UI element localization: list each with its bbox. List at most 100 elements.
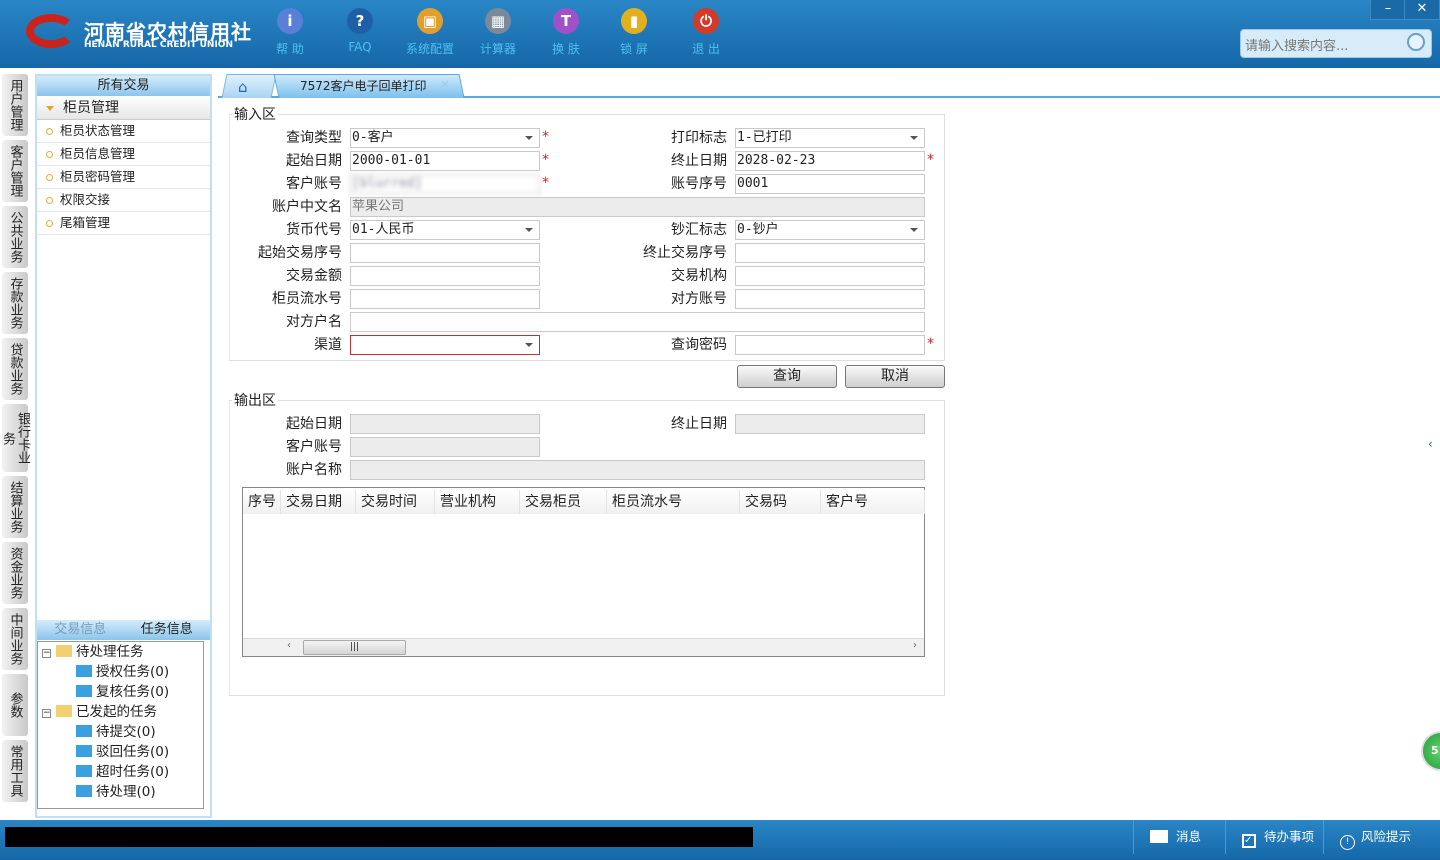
tab-bar: ⌂ 7572客户电子回单打印 × <box>218 72 1440 98</box>
tree-label: 待提交(0) <box>96 724 156 740</box>
module-tab-4[interactable]: 贷款业务 <box>2 338 28 400</box>
out-start-date-field <box>350 414 540 434</box>
query-button[interactable]: 查询 <box>737 365 837 388</box>
password-field[interactable] <box>735 335 925 355</box>
module-tab-7[interactable]: 资金业务 <box>2 542 28 604</box>
expand-toggle-icon[interactable]: − <box>42 649 51 658</box>
toolbar-button-4[interactable]: T 换 肤 <box>536 8 596 57</box>
tab-home[interactable] <box>221 74 277 98</box>
column-header[interactable]: 营业机构 <box>435 490 520 514</box>
currency-field[interactable]: 01-人民币 <box>350 220 540 240</box>
folder-icon <box>76 785 92 797</box>
module-tab-10[interactable]: 常用工具 <box>2 740 28 802</box>
out-account-field <box>350 437 540 457</box>
column-header[interactable]: 交易时间 <box>356 490 435 514</box>
module-tab-0[interactable]: 用户管理 <box>2 74 28 136</box>
peer_account-label: 对方账号 <box>671 291 727 307</box>
sidebar-group-teller[interactable]: 柜员管理 <box>37 96 210 120</box>
tree-node[interactable]: 超时任务(0) <box>76 762 169 782</box>
question-icon: ? <box>347 8 373 34</box>
module-tab-2[interactable]: 公共业务 <box>2 206 28 268</box>
tab-close-icon[interactable]: × <box>440 77 450 91</box>
result-table[interactable]: 序号 交易日期 交易时间 营业机构 交易柜员 柜员流水号 交易码 客户号 ‹ ||| › <box>242 487 925 657</box>
task-tree: − 待处理任务授权任务(0) 复核任务(0) − 已发起的任务待提交(0) 驳回任务(0)… <box>37 641 204 809</box>
account_seq-field[interactable]: 0001 <box>735 174 925 194</box>
scroll-thumb[interactable]: ||| <box>303 640 406 655</box>
column-header[interactable]: 交易柜员 <box>520 490 607 514</box>
column-header[interactable]: 序号 <box>243 490 281 514</box>
float-badge[interactable]: 51 <box>1421 731 1440 771</box>
toolbar-button-1[interactable]: ? FAQ <box>330 8 390 54</box>
search-icon[interactable] <box>1407 33 1425 51</box>
toolbar-button-2[interactable]: ▣ 系统配置 <box>400 8 460 57</box>
expand-toggle-icon[interactable]: − <box>42 709 51 718</box>
sidebar-item[interactable]: 尾箱管理 <box>37 212 210 235</box>
cancel-button[interactable]: 取消 <box>845 365 945 388</box>
end_date-field[interactable]: 2028-02-23 <box>735 151 925 171</box>
account_name_cn-field[interactable]: 苹果公司 <box>350 197 925 217</box>
toolbar-button-3[interactable]: ▦ 计算器 <box>468 8 528 57</box>
module-tab-3[interactable]: 存款业务 <box>2 272 28 334</box>
out-end-date-field <box>735 414 925 434</box>
tab-transaction-info[interactable]: 交易信息 <box>37 620 124 640</box>
module-tab-1[interactable]: 客户管理 <box>2 140 28 202</box>
todo-button[interactable]: ✓ 待办事项 <box>1225 820 1323 854</box>
sidebar-item[interactable]: 权限交接 <box>37 189 210 212</box>
collapse-panel-icon[interactable]: ‹ <box>1428 424 1438 464</box>
close-button[interactable]: ✕ <box>1404 0 1440 20</box>
tree-node[interactable]: 复核任务(0) <box>76 682 169 702</box>
minimize-button[interactable]: – <box>1370 0 1406 20</box>
out-start-date-label: 起始日期 <box>286 416 342 432</box>
sidebar-item[interactable]: 柜员信息管理 <box>37 143 210 166</box>
messages-button[interactable]: 消息 <box>1133 820 1225 854</box>
scroll-right-icon[interactable]: › <box>913 640 917 651</box>
required-mark: * <box>542 152 549 168</box>
teller_serial-field[interactable] <box>350 289 540 309</box>
print_flag-field[interactable]: 1-已打印 <box>735 128 925 148</box>
module-tab-5[interactable]: 银行卡业务 <box>0 404 30 472</box>
toolbar-button-5[interactable]: ▮ 锁 屏 <box>604 8 664 57</box>
start_seq-field[interactable] <box>350 243 540 263</box>
module-tab-9[interactable]: 参数 <box>2 674 28 736</box>
tree-node[interactable]: 授权任务(0) <box>76 662 169 682</box>
module-tabs: 用户管理客户管理公共业务存款业务贷款业务银行卡业务结算业务资金业务中间业务参数常… <box>0 74 30 802</box>
tree-label: 待处理任务 <box>76 644 144 660</box>
peer_account-field[interactable] <box>735 289 925 309</box>
tree-label: 超时任务(0) <box>96 764 170 780</box>
toolbar-label: 锁 屏 <box>620 42 648 56</box>
column-header[interactable]: 客户号 <box>821 490 925 514</box>
toolbar-button-0[interactable]: i 帮 助 <box>260 8 320 57</box>
toolbar-label: 帮 助 <box>276 42 304 56</box>
amount-field[interactable] <box>350 266 540 286</box>
tree-node[interactable]: 待处理(0) <box>76 782 156 802</box>
org-field[interactable] <box>735 266 925 286</box>
search-input[interactable]: 请输入搜索内容... <box>1240 29 1432 58</box>
cash_flag-field[interactable]: 0-钞户 <box>735 220 925 240</box>
channel-field[interactable] <box>350 335 540 355</box>
tree-node[interactable]: − 待处理任务 <box>42 642 144 662</box>
column-header[interactable]: 柜员流水号 <box>607 490 740 514</box>
start_date-field[interactable]: 2000-01-01 <box>350 151 540 171</box>
sidebar-item[interactable]: 柜员状态管理 <box>37 120 210 143</box>
column-header[interactable]: 交易日期 <box>281 490 356 514</box>
home-icon[interactable]: ⌂ <box>238 78 248 96</box>
sidebar-item[interactable]: 柜员密码管理 <box>37 166 210 189</box>
peer_name-field[interactable] <box>350 312 925 332</box>
column-header[interactable]: 交易码 <box>740 490 821 514</box>
module-tab-6[interactable]: 结算业务 <box>2 476 28 538</box>
account_no-field[interactable]: [blurred] <box>350 174 540 194</box>
tab-task-info[interactable]: 任务信息 <box>124 620 211 640</box>
horizontal-scrollbar[interactable]: ‹ ||| › <box>243 638 924 656</box>
module-tab-8[interactable]: 中间业务 <box>2 608 28 670</box>
scroll-left-icon[interactable]: ‹ <box>287 640 291 651</box>
messages-label: 消息 <box>1176 829 1202 844</box>
tree-node[interactable]: 待提交(0) <box>76 722 156 742</box>
toolbar-button-6[interactable]: ⏻ 退 出 <box>676 8 736 57</box>
tree-node[interactable]: 驳回任务(0) <box>76 742 169 762</box>
tree-node[interactable]: − 已发起的任务 <box>42 702 157 722</box>
query_type-field[interactable]: 0-客户 <box>350 128 540 148</box>
logo-icon <box>26 14 76 48</box>
risk-button[interactable]: ! 风险提示 <box>1323 820 1440 854</box>
password-label: 查询密码 <box>671 337 727 353</box>
end_seq-field[interactable] <box>735 243 925 263</box>
